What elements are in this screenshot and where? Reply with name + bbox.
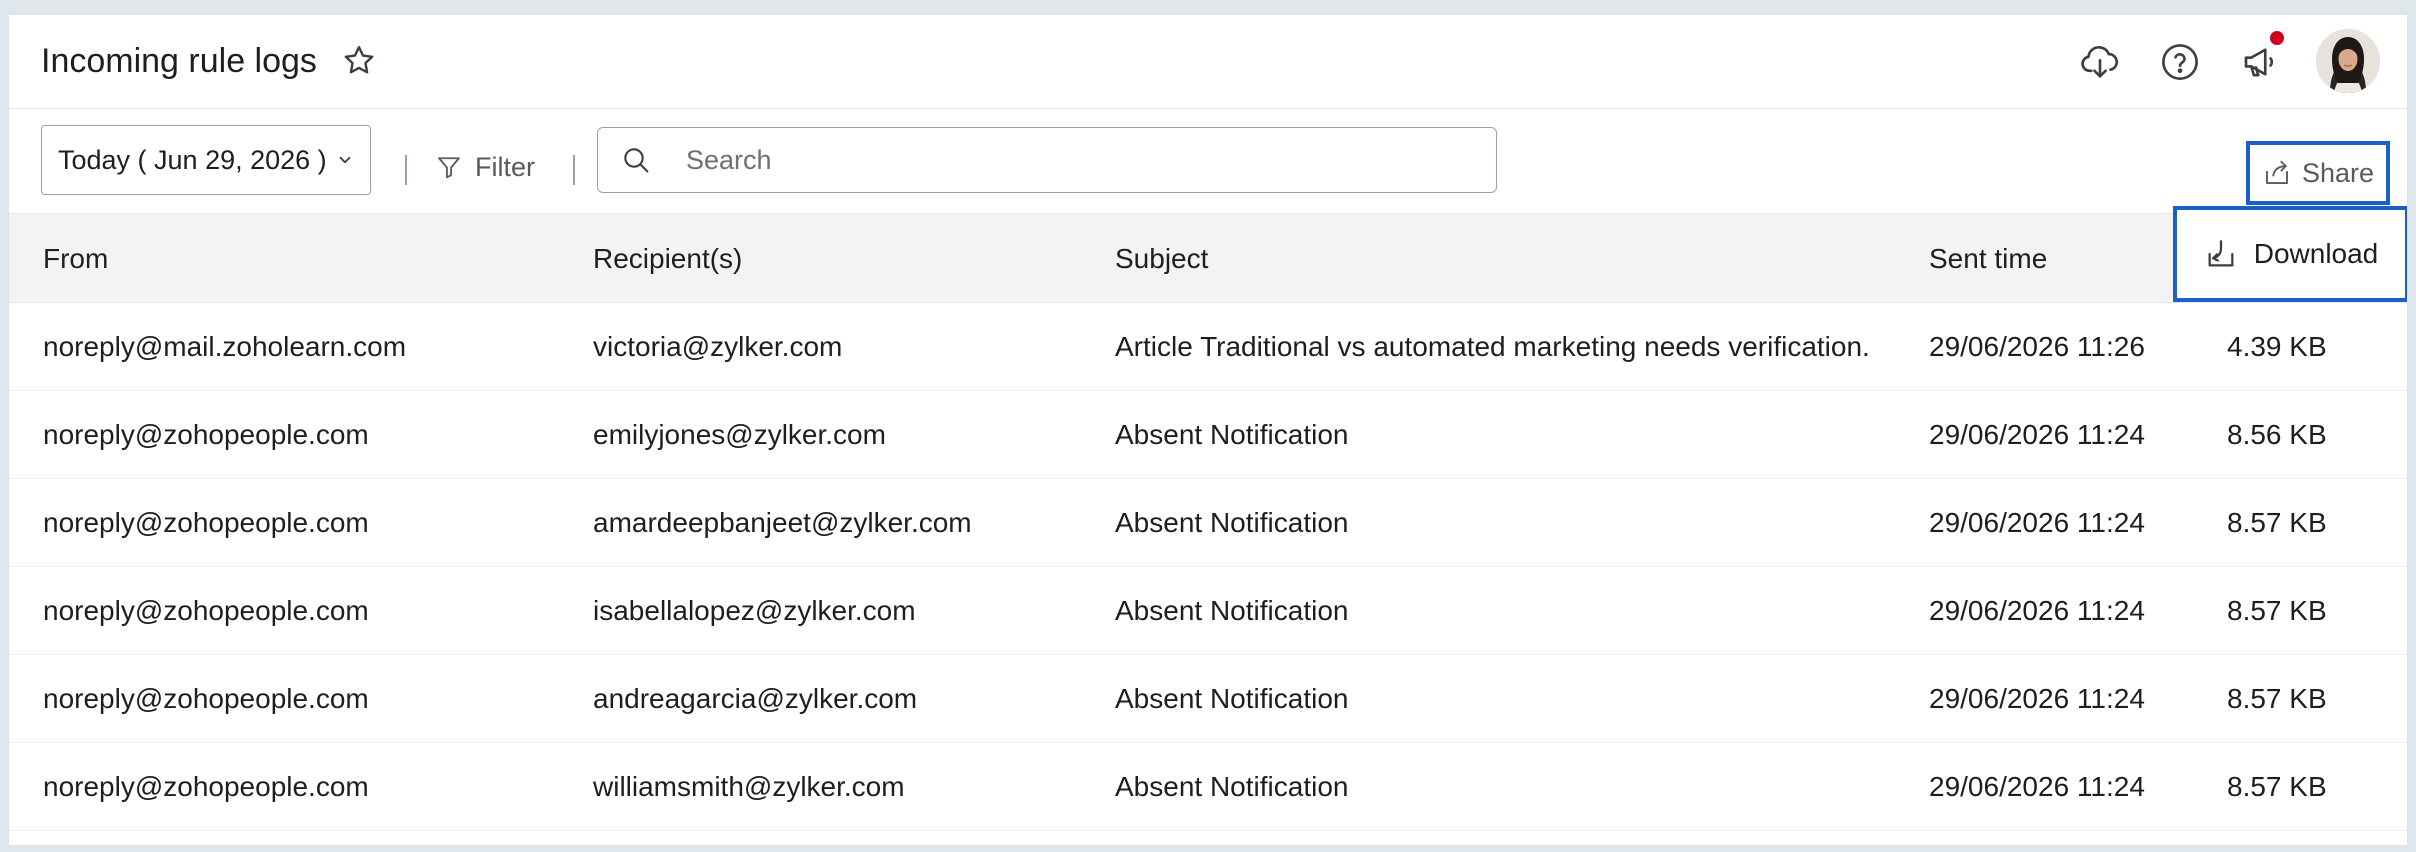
cell-recipients: amardeepbanjeet@zylker.com	[593, 507, 972, 538]
page-header: Incoming rule logs	[9, 15, 2407, 109]
page-title: Incoming rule logs	[41, 42, 317, 80]
table-row[interactable]: noreply@zohopeople.com andreagarcia@zylk…	[9, 655, 2407, 743]
cell-recipients: victoria@zylker.com	[593, 331, 843, 362]
filter-label: Filter	[475, 151, 535, 182]
cell-sent-time: 29/06/2026 11:24	[1929, 595, 2145, 626]
megaphone-icon[interactable]	[2239, 41, 2281, 83]
date-range-dropdown[interactable]: Today ( Jun 29, 2026 )	[41, 125, 371, 195]
toolbar: Today ( Jun 29, 2026 ) Filter Share	[9, 109, 2407, 213]
column-header-from[interactable]: From	[43, 242, 108, 276]
download-button[interactable]: Download	[2173, 206, 2407, 302]
table-row[interactable]: noreply@zohopeople.com williamsmith@zylk…	[9, 743, 2407, 831]
table-row[interactable]: noreply@zohopeople.com isabellalopez@zyl…	[9, 567, 2407, 655]
column-header-sent-time[interactable]: Sent time	[1929, 242, 2047, 276]
star-icon[interactable]	[341, 43, 377, 79]
date-range-label: Today ( Jun 29, 2026 )	[58, 144, 327, 175]
cell-size: 4.39 KB	[2227, 331, 2327, 362]
cell-size: 8.57 KB	[2227, 595, 2327, 626]
cell-recipients: emilyjones@zylker.com	[593, 419, 886, 450]
cell-from: noreply@zohopeople.com	[43, 771, 369, 802]
notification-dot	[2270, 31, 2284, 45]
table-body: noreply@mail.zoholearn.com victoria@zylk…	[9, 303, 2407, 831]
column-header-recipients[interactable]: Recipient(s)	[593, 242, 742, 276]
column-header-subject[interactable]: Subject	[1115, 242, 1208, 276]
cell-size: 8.57 KB	[2227, 771, 2327, 802]
share-icon	[2266, 160, 2288, 184]
cell-recipients: andreagarcia@zylker.com	[593, 683, 918, 714]
cell-recipients: isabellalopez@zylker.com	[593, 595, 916, 626]
share-label: Share	[2301, 157, 2375, 188]
avatar[interactable]	[2316, 29, 2380, 93]
search-icon	[624, 148, 649, 173]
download-label: Download	[2253, 238, 2379, 269]
toolbar-divider	[405, 155, 407, 185]
table-row[interactable]: noreply@zohopeople.com emilyjones@zylker…	[9, 391, 2407, 479]
cell-sent-time: 29/06/2026 11:24	[1929, 771, 2145, 802]
cell-sent-time: 29/06/2026 11:24	[1929, 419, 2145, 450]
cell-sent-time: 29/06/2026 11:24	[1929, 683, 2145, 714]
search-box[interactable]	[597, 127, 1497, 193]
share-button[interactable]: Share	[2246, 141, 2390, 205]
cloud-download-icon[interactable]	[2079, 41, 2121, 83]
cell-from: noreply@zohopeople.com	[43, 419, 369, 450]
table-row[interactable]: noreply@mail.zoholearn.com victoria@zylk…	[9, 303, 2407, 391]
cell-subject: Absent Notification	[1115, 683, 1349, 714]
cell-from: noreply@zohopeople.com	[43, 683, 369, 714]
cell-from: noreply@mail.zoholearn.com	[43, 331, 407, 362]
chevron-down-icon	[339, 156, 351, 164]
cell-subject: Article Traditional vs automated marketi…	[1115, 331, 1870, 362]
cell-from: noreply@zohopeople.com	[43, 595, 369, 626]
help-icon[interactable]	[2159, 41, 2201, 83]
cell-size: 8.56 KB	[2227, 419, 2327, 450]
cell-subject: Absent Notification	[1115, 595, 1349, 626]
table-row[interactable]: noreply@zohopeople.com amardeepbanjeet@z…	[9, 479, 2407, 567]
cell-subject: Absent Notification	[1115, 507, 1349, 538]
cell-from: noreply@zohopeople.com	[43, 507, 369, 538]
download-icon	[2208, 240, 2234, 267]
filter-button[interactable]: Filter	[435, 147, 535, 187]
cell-subject: Absent Notification	[1115, 419, 1349, 450]
search-input[interactable]	[684, 138, 1468, 182]
incoming-rule-logs-panel: Incoming rule logs Today (Jun 29, 2026 …	[8, 14, 2408, 846]
cell-recipients: williamsmith@zylker.com	[593, 771, 905, 802]
table-header: From Recipient(s) Subject Sent time Down…	[9, 206, 2407, 303]
cell-size: 8.57 KB	[2227, 507, 2327, 538]
cell-subject: Absent Notification	[1115, 771, 1349, 802]
toolbar-divider	[573, 155, 575, 185]
cell-sent-time: 29/06/2026 11:24	[1929, 507, 2145, 538]
cell-size: 8.57 KB	[2227, 683, 2327, 714]
cell-sent-time: 29/06/2026 11:26	[1929, 331, 2145, 362]
filter-icon	[438, 157, 460, 179]
